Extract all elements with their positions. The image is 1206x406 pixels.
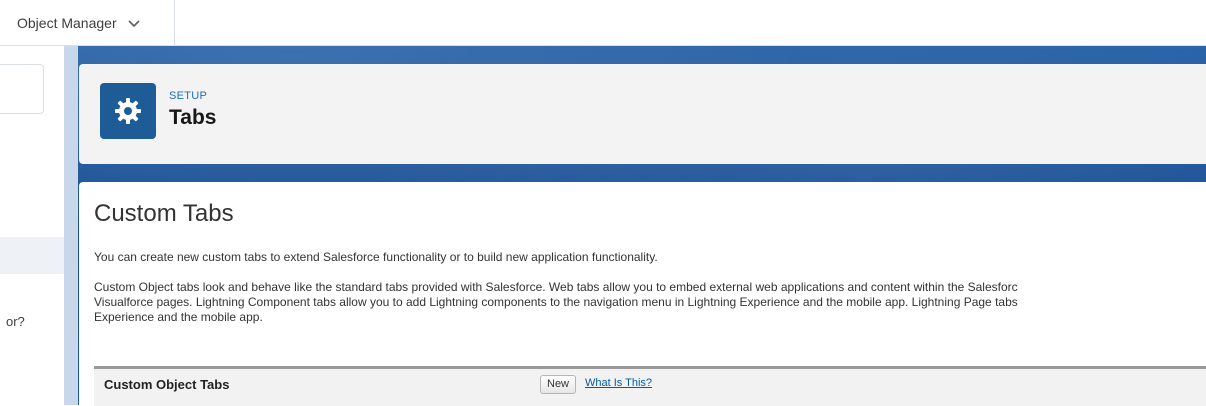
gear-icon <box>115 98 141 124</box>
section-title: Custom Object Tabs <box>104 377 230 392</box>
top-navigation: Object Manager <box>0 0 1206 46</box>
page-header: SETUP Tabs <box>79 64 1206 164</box>
intro-text: You can create new custom tabs to extend… <box>94 250 658 264</box>
background-edge <box>64 46 78 405</box>
content-panel: Custom Tabs You can create new custom ta… <box>79 182 1206 406</box>
description-line: Visualforce pages. Lightning Component t… <box>94 295 1018 309</box>
description-line: Custom Object tabs look and behave like … <box>94 280 1018 294</box>
section-page-title: Custom Tabs <box>94 200 234 227</box>
chevron-down-icon[interactable] <box>127 16 141 30</box>
description-line: Experience and the mobile app. <box>94 310 263 324</box>
description-text: Custom Object tabs look and behave like … <box>94 280 1206 325</box>
sidebar-selected-item[interactable] <box>0 237 64 274</box>
object-manager-label: Object Manager <box>17 15 117 31</box>
what-is-this-link[interactable]: What Is This? <box>585 377 652 389</box>
custom-object-tabs-section: Custom Object Tabs New What Is This? <box>94 366 1206 406</box>
left-sidebar: or? <box>0 46 64 405</box>
page-title: Tabs <box>169 106 217 129</box>
new-button[interactable]: New <box>540 375 577 394</box>
quick-find-box[interactable] <box>0 64 44 114</box>
object-manager-tab[interactable]: Object Manager <box>0 0 175 46</box>
header-eyebrow: SETUP <box>169 90 208 102</box>
sidebar-partial-text[interactable]: or? <box>6 314 25 329</box>
setup-gear-icon <box>100 83 156 139</box>
